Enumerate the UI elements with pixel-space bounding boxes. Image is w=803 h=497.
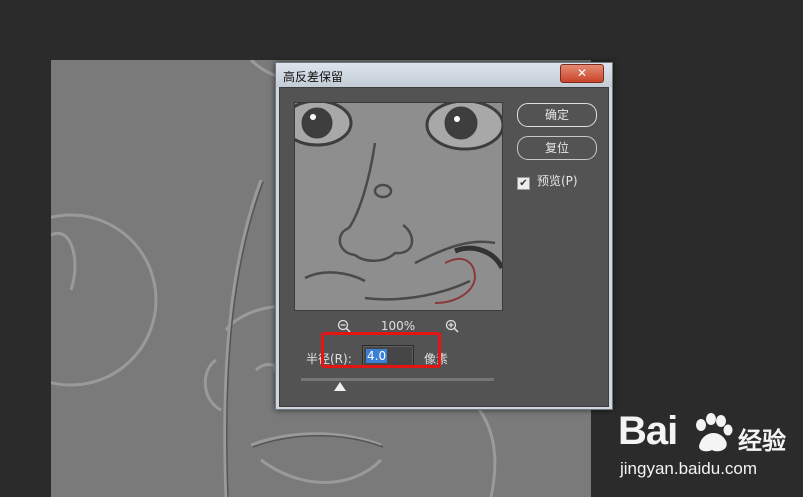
dialog-title: 高反差保留 — [283, 70, 344, 84]
radius-slider-thumb[interactable] — [333, 382, 346, 391]
zoom-in-icon[interactable] — [445, 318, 459, 333]
watermark-url: jingyan.baidu.com — [620, 459, 758, 478]
close-button[interactable]: ✕ — [560, 64, 604, 83]
ok-button[interactable]: 确定 — [517, 103, 597, 127]
filter-preview[interactable] — [294, 102, 503, 311]
baidu-watermark: Bai 经验 jingyan.baidu.com — [610, 405, 800, 490]
paw-icon — [696, 413, 733, 452]
watermark-brand: Bai — [618, 409, 678, 453]
radius-slider-track[interactable] — [301, 378, 494, 381]
zoom-out-icon[interactable] — [337, 318, 351, 333]
reset-button[interactable]: 复位 — [517, 136, 597, 160]
preview-image — [295, 103, 502, 310]
preview-checkbox-row[interactable]: ✔ 预览(P) — [517, 173, 578, 190]
annotation-highlight-box — [321, 332, 441, 368]
preview-checkbox-label: 预览(P) — [537, 174, 578, 188]
dialog-titlebar[interactable]: 高反差保留 ✕ — [276, 63, 612, 87]
zoom-level: 100% — [380, 319, 416, 333]
dialog-content: 确定 复位 ✔ 预览(P) 100% 半径(R): 4.0 像素 — [279, 87, 609, 407]
check-icon[interactable]: ✔ — [517, 177, 530, 190]
watermark-suffix: 经验 — [738, 427, 786, 455]
high-pass-dialog: 高反差保留 ✕ 确定 复位 ✔ 预览(P) 100% 半径(R): 4.0 像素 — [275, 62, 613, 410]
